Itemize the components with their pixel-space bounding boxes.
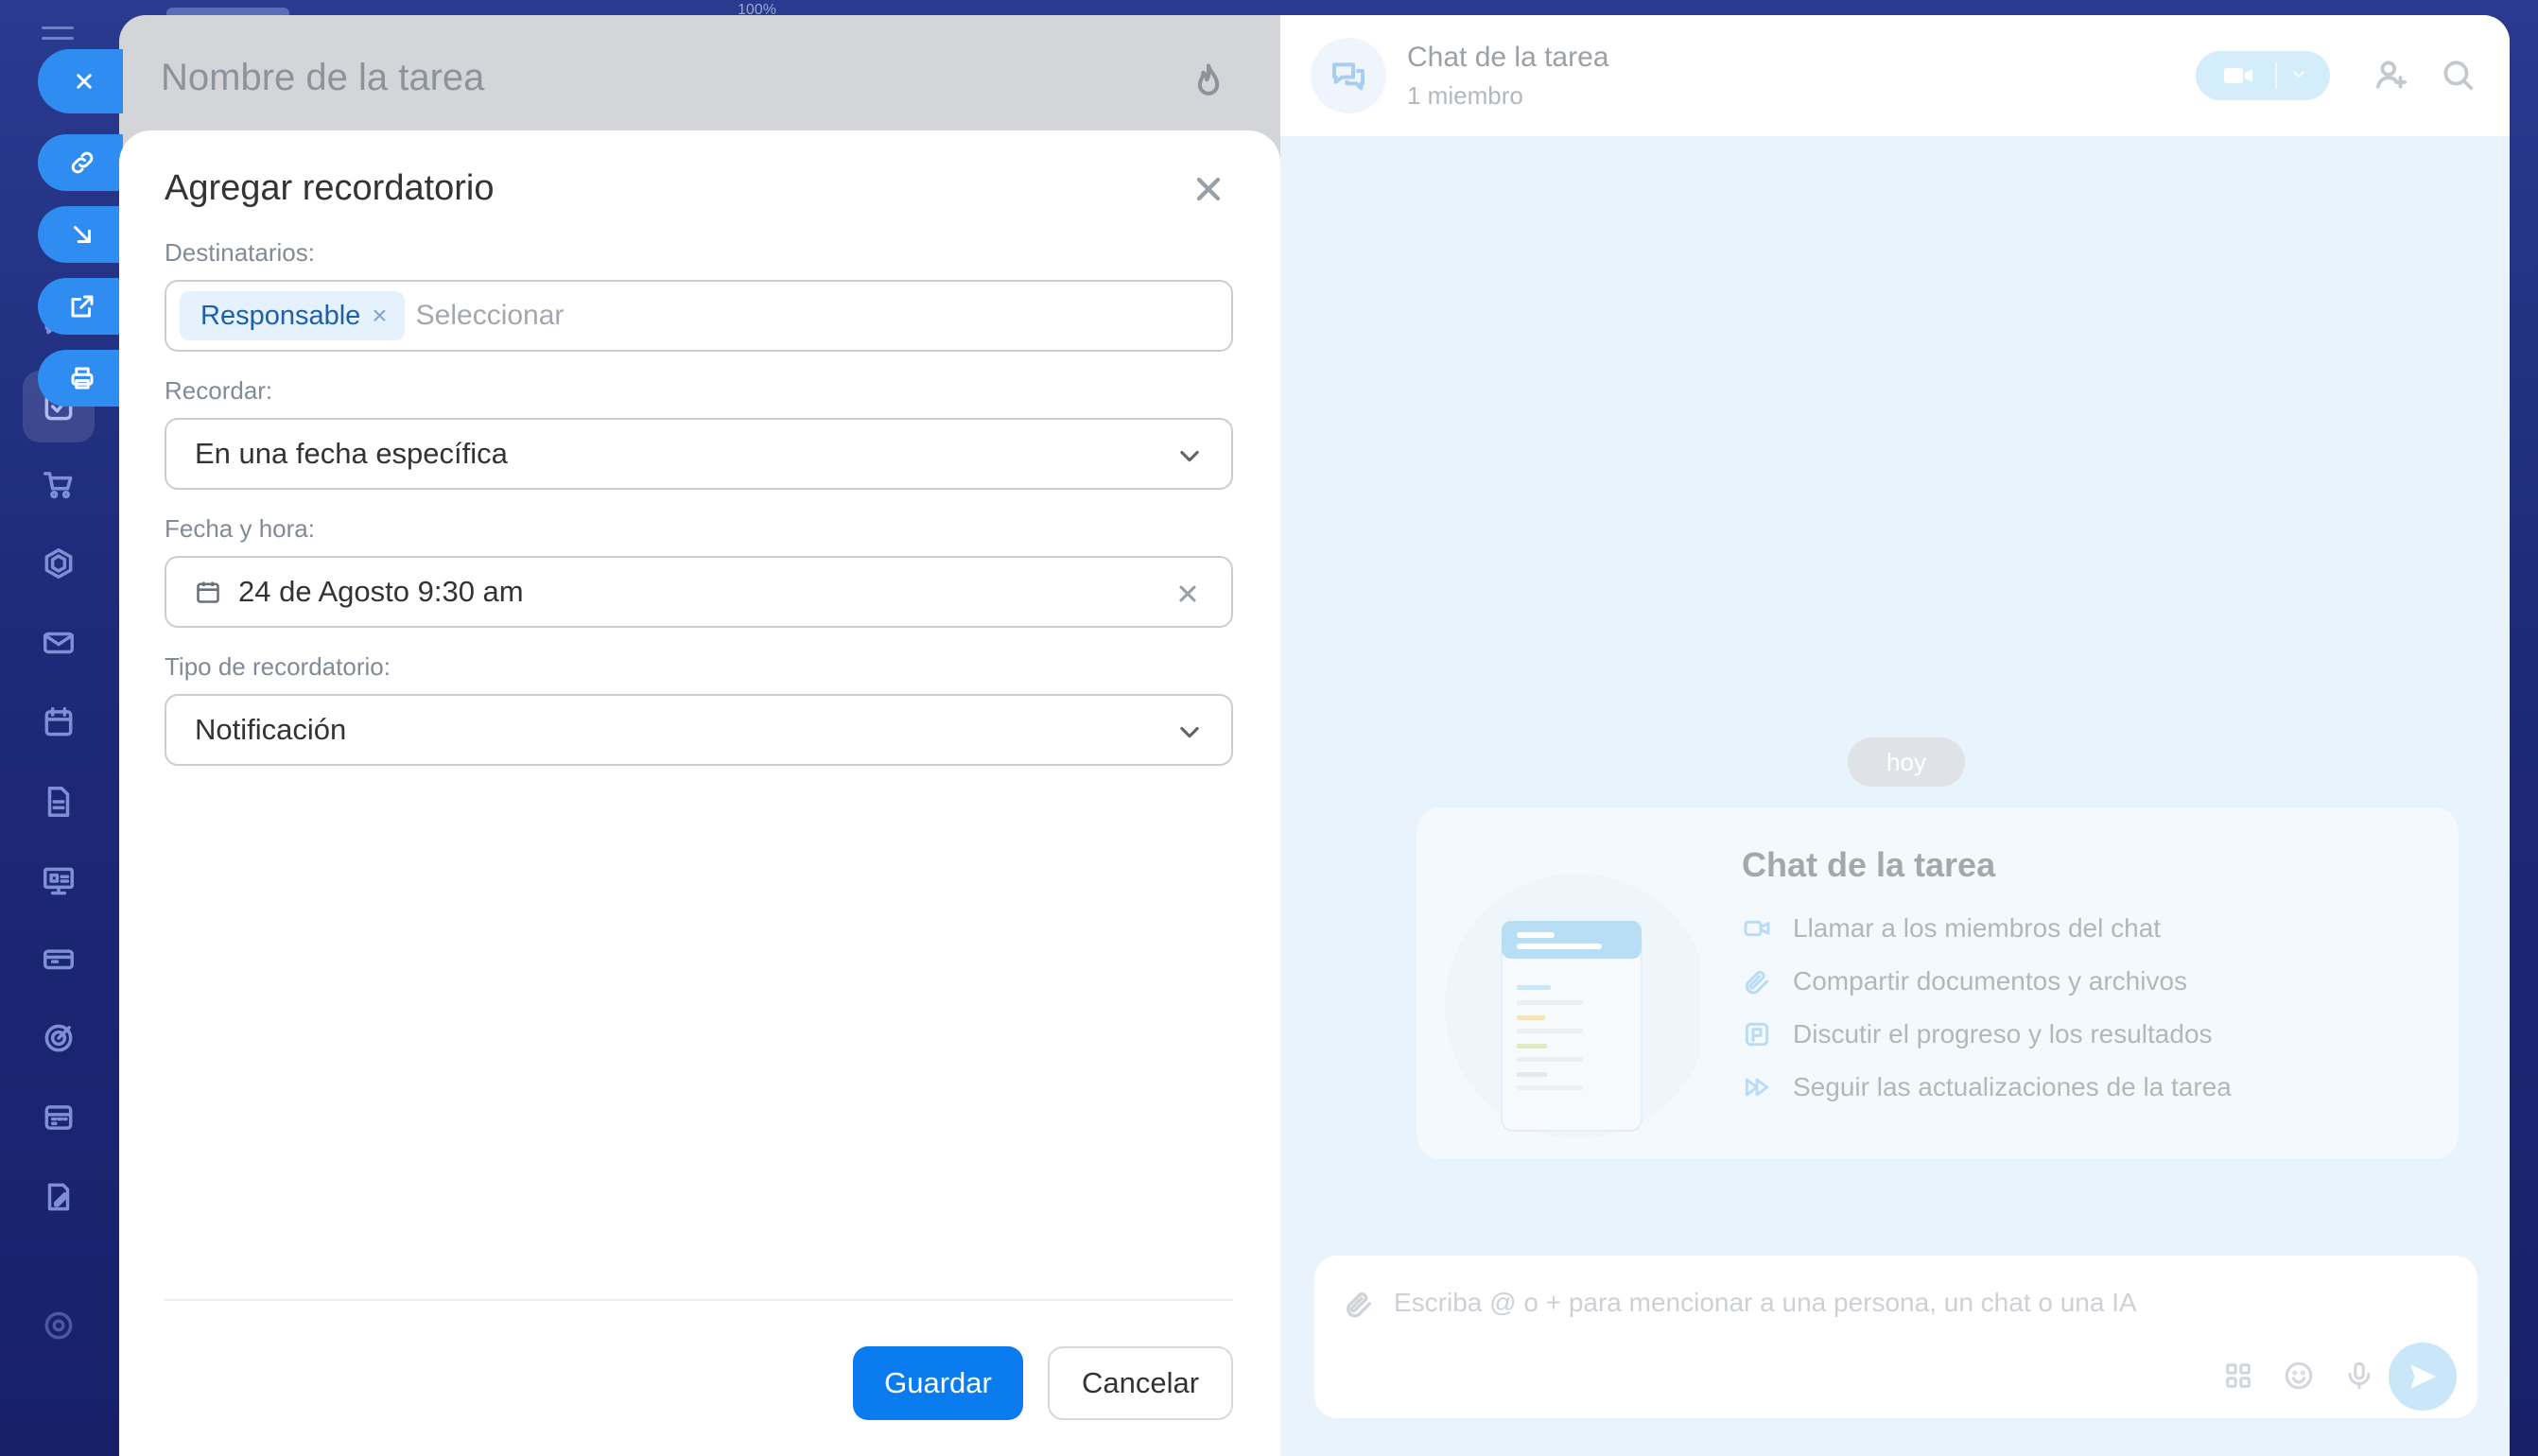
- reminder-type-label: Tipo de recordatorio:: [165, 652, 391, 681]
- chat-header: Chat de la tarea 1 miembro: [1280, 15, 2510, 136]
- modal-title: Agregar recordatorio: [165, 168, 495, 208]
- comment-icon: [1745, 1022, 1769, 1047]
- calendar-icon: [195, 579, 221, 605]
- chat-title: Chat de la tarea: [1407, 42, 1609, 73]
- task-title: Nombre de la tarea: [161, 57, 485, 98]
- reminder-type-select[interactable]: Notificación: [165, 694, 1233, 766]
- welcome-title: Chat de la tarea: [1742, 845, 1996, 884]
- video-camera-icon: [2224, 68, 2252, 83]
- hexagon-icon[interactable]: [36, 541, 81, 586]
- recipients-field[interactable]: Responsable × Seleccionar: [165, 280, 1233, 352]
- send-icon: [2410, 1364, 2437, 1389]
- datetime-field[interactable]: 24 de Agosto 9:30 am: [165, 556, 1233, 628]
- recipient-chip-label: Responsable: [200, 300, 361, 331]
- datetime-value: 24 de Agosto 9:30 am: [238, 575, 524, 608]
- edit-icon[interactable]: [36, 1174, 81, 1220]
- fast-forward-icon: [1745, 1078, 1769, 1097]
- chevron-down-icon: [2290, 65, 2307, 87]
- inbox-icon[interactable]: [36, 936, 81, 981]
- chat-avatar[interactable]: [1311, 38, 1386, 113]
- chevron-down-icon: [1176, 719, 1203, 745]
- footer-divider: [165, 1299, 1233, 1301]
- close-icon: [77, 74, 92, 89]
- chat-members[interactable]: 1 miembro: [1407, 81, 1523, 111]
- close-panel-button[interactable]: [38, 49, 123, 113]
- copy-link-button[interactable]: [38, 134, 123, 191]
- search-icon[interactable]: [2440, 57, 2477, 95]
- external-link-icon: [71, 295, 94, 318]
- board-icon[interactable]: [36, 858, 81, 904]
- add-reminder-modal: Agregar recordatorio Destinatarios: Resp…: [119, 130, 1280, 1456]
- feature-discuss: Discutir el progreso y los resultados: [1742, 1019, 2213, 1049]
- message-input[interactable]: [1394, 1282, 2245, 1324]
- save-button[interactable]: Guardar: [853, 1346, 1023, 1420]
- recipients-placeholder: Seleccionar: [415, 300, 565, 331]
- feature-share: Compartir documentos y archivos: [1742, 966, 2187, 997]
- print-button[interactable]: [38, 350, 123, 407]
- close-icon: [1196, 177, 1221, 201]
- chevron-down-icon: [1176, 442, 1203, 469]
- video-call-button[interactable]: [2196, 51, 2330, 100]
- feature-call: Llamar a los miembros del chat: [1742, 913, 2161, 944]
- schedule-icon[interactable]: [36, 1095, 81, 1140]
- calendar-icon[interactable]: [36, 700, 81, 745]
- clear-datetime-icon[interactable]: [1174, 581, 1201, 607]
- apps-icon[interactable]: [2222, 1360, 2256, 1394]
- recipient-chip[interactable]: Responsable ×: [180, 291, 405, 340]
- recipients-label: Destinatarios:: [165, 238, 315, 267]
- reminder-type-value: Notificación: [195, 713, 347, 746]
- emoji-icon[interactable]: [2283, 1360, 2317, 1394]
- arrow-down-right-icon: [74, 226, 91, 243]
- mail-icon[interactable]: [36, 620, 81, 666]
- send-button[interactable]: [2389, 1343, 2457, 1411]
- collapse-button[interactable]: [38, 206, 123, 263]
- open-new-window-button[interactable]: [38, 278, 123, 335]
- remind-select[interactable]: En una fecha específica: [165, 418, 1233, 490]
- chat-bubbles-icon: [1332, 62, 1365, 91]
- cart-icon[interactable]: [36, 461, 81, 507]
- date-separator: hoy: [1848, 737, 1965, 787]
- remind-label: Recordar:: [165, 376, 273, 405]
- printer-icon: [71, 367, 94, 390]
- chat-panel: Chat de la tarea 1 miembro hoy Chat de l…: [1280, 15, 2510, 1456]
- remove-chip-icon[interactable]: ×: [372, 301, 387, 331]
- paperclip-icon: [1745, 970, 1769, 995]
- microphone-icon[interactable]: [2343, 1360, 2377, 1394]
- datetime-label: Fecha y hora:: [165, 514, 315, 543]
- chat-illustration-icon: [1445, 874, 1700, 1138]
- remind-value: En una fecha específica: [195, 437, 508, 470]
- welcome-card: Chat de la tarea Llamar a los miembros d…: [1417, 807, 2459, 1159]
- video-camera-icon: [1744, 920, 1770, 937]
- target-icon[interactable]: [36, 1015, 81, 1061]
- message-composer: [1314, 1256, 2477, 1418]
- feature-follow: Seguir las actualizaciones de la tarea: [1742, 1072, 2232, 1102]
- cancel-button[interactable]: Cancelar: [1048, 1346, 1233, 1420]
- add-member-icon[interactable]: [2373, 57, 2411, 95]
- fire-icon[interactable]: [1188, 61, 1229, 102]
- attach-icon[interactable]: [1343, 1288, 1375, 1320]
- menu-icon[interactable]: [42, 26, 74, 47]
- link-icon: [71, 151, 94, 174]
- settings-icon[interactable]: [36, 1303, 81, 1348]
- modal-close-button[interactable]: [1190, 170, 1227, 208]
- document-icon[interactable]: [36, 779, 81, 824]
